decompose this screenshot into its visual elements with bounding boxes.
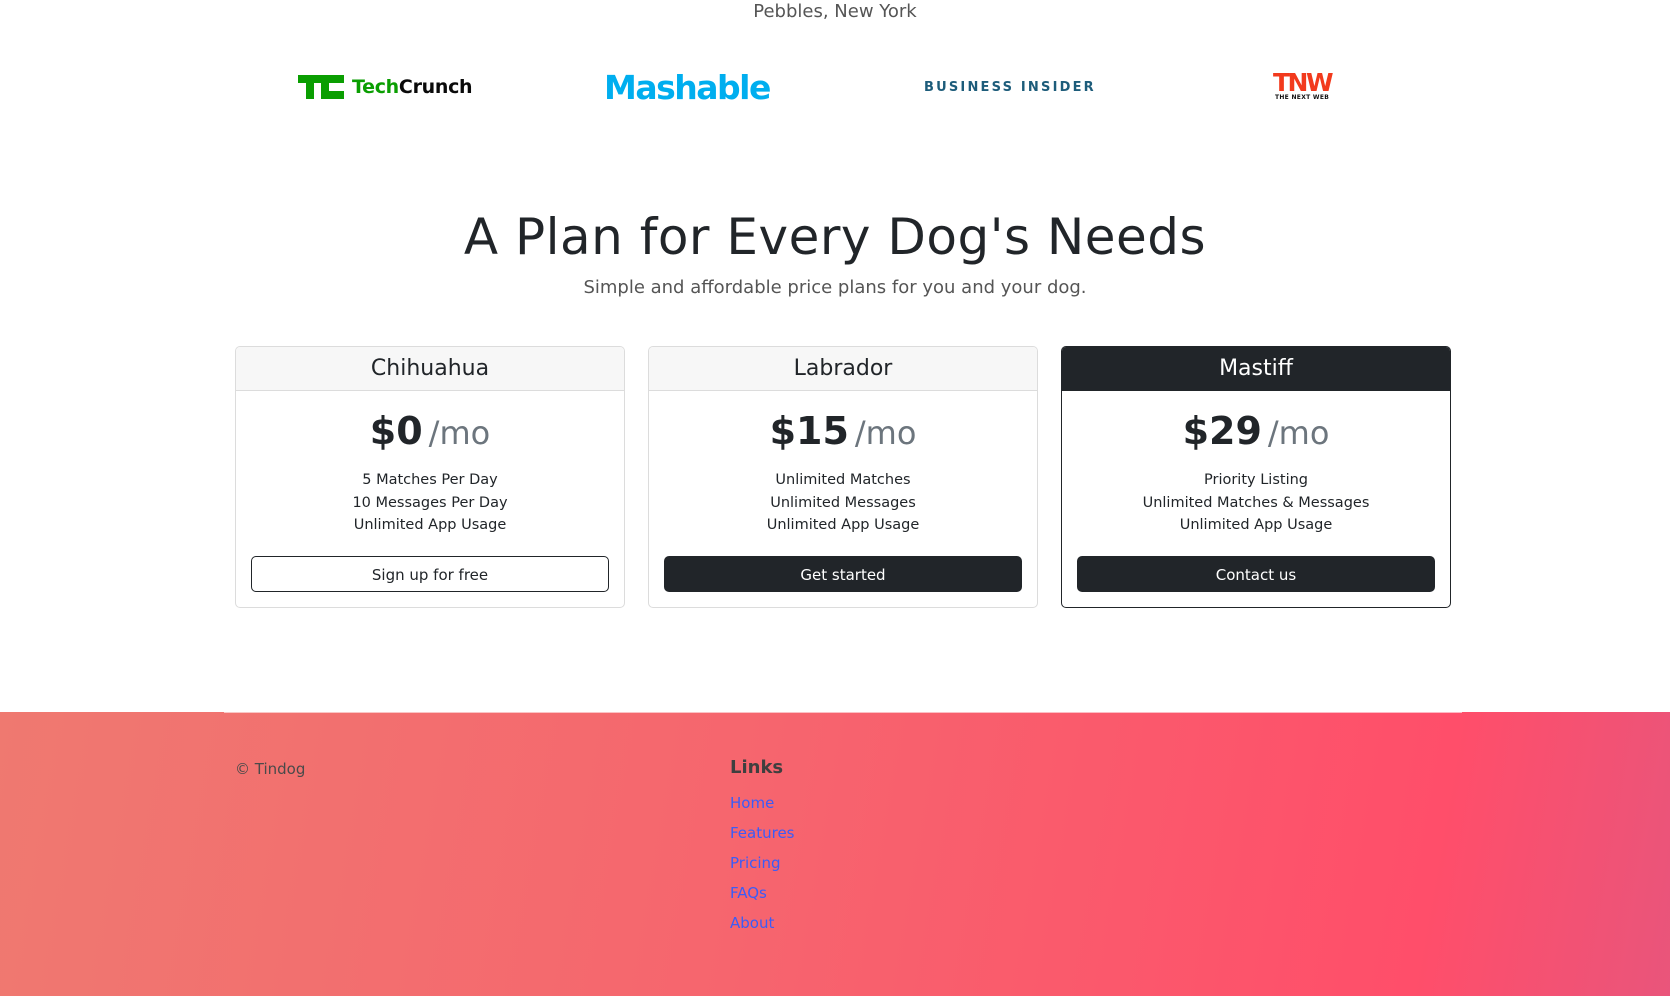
plan-feature: Unlimited App Usage bbox=[353, 517, 507, 533]
plan-price: $15/mo bbox=[649, 407, 1037, 455]
plan-feature: 5 Matches Per Day bbox=[362, 472, 498, 488]
price-unit: /mo bbox=[428, 414, 491, 452]
pricing-card-mastiff: Mastiff $29/mo Priority Listing Unlimite… bbox=[1061, 346, 1451, 608]
price-unit: /mo bbox=[854, 414, 917, 452]
footer-link-pricing[interactable]: Pricing bbox=[730, 854, 781, 872]
techcrunch-name-prefix: Tech bbox=[352, 76, 399, 98]
plan-price: $0/mo bbox=[236, 407, 624, 455]
plan-feature: Unlimited Matches & Messages bbox=[1142, 494, 1370, 511]
plan-feature: Unlimited App Usage bbox=[766, 517, 920, 533]
testimonial-author: Pebbles, New York bbox=[753, 1, 917, 22]
plan-feature: Unlimited App Usage bbox=[1179, 517, 1333, 533]
tnw-logo: TNW THE NEXT WEB bbox=[1273, 62, 1334, 112]
pricing-subtitle: Simple and affordable price plans for yo… bbox=[583, 277, 1087, 298]
sign-up-free-button[interactable]: Sign up for free bbox=[251, 556, 609, 592]
footer-link-features[interactable]: Features bbox=[730, 824, 795, 842]
tnw-name: TNW bbox=[1273, 68, 1334, 97]
plan-price: $29/mo bbox=[1062, 407, 1450, 455]
footer-links: Links Home Features Pricing FAQs About bbox=[730, 756, 795, 938]
plan-feature: 10 Messages Per Day bbox=[352, 494, 508, 511]
footer-divider bbox=[224, 712, 1462, 713]
plan-feature: Unlimited Matches bbox=[775, 472, 911, 488]
list-item: FAQs bbox=[730, 878, 795, 908]
footer: © Tindog Links Home Features Pricing FAQ… bbox=[0, 712, 1670, 997]
plan-feature: Priority Listing bbox=[1204, 472, 1308, 488]
techcrunch-mark-icon bbox=[298, 75, 344, 99]
price-amount: $15 bbox=[769, 409, 849, 453]
business-insider-name: BUSINESS INSIDER bbox=[924, 79, 1096, 95]
pricing-title: A Plan for Every Dog's Needs bbox=[463, 208, 1207, 266]
copyright: © Tindog bbox=[235, 760, 306, 778]
plan-feature: Unlimited Messages bbox=[770, 494, 916, 511]
mashable-name: Mashable bbox=[604, 67, 771, 107]
footer-link-faqs[interactable]: FAQs bbox=[730, 884, 767, 902]
pricing-card-chihuahua: Chihuahua $0/mo 5 Matches Per Day 10 Mes… bbox=[235, 346, 625, 608]
plan-name: Mastiff bbox=[1062, 347, 1450, 391]
plan-features: Unlimited Matches Unlimited Messages Unl… bbox=[649, 469, 1037, 537]
list-item: Pricing bbox=[730, 848, 795, 878]
list-item: Home bbox=[730, 788, 795, 818]
plan-features: Priority Listing Unlimited Matches & Mes… bbox=[1062, 469, 1450, 537]
links-list: Home Features Pricing FAQs About bbox=[730, 788, 795, 938]
get-started-button[interactable]: Get started bbox=[664, 556, 1022, 592]
plan-name: Labrador bbox=[649, 347, 1037, 391]
techcrunch-logo: TechCrunch bbox=[298, 62, 473, 112]
footer-link-about[interactable]: About bbox=[730, 914, 774, 932]
price-unit: /mo bbox=[1267, 414, 1330, 452]
links-heading: Links bbox=[730, 757, 784, 778]
press-logos: TechCrunch Mashable BUSINESS INSIDER TNW… bbox=[0, 62, 1670, 112]
price-amount: $0 bbox=[369, 409, 423, 453]
business-insider-logo: BUSINESS INSIDER bbox=[924, 62, 1096, 112]
mashable-logo: Mashable bbox=[604, 62, 771, 112]
tnw-subtitle: THE NEXT WEB bbox=[1274, 94, 1330, 101]
techcrunch-name-suffix: Crunch bbox=[398, 76, 473, 98]
list-item: Features bbox=[730, 818, 795, 848]
pricing-card-labrador: Labrador $15/mo Unlimited Matches Unlimi… bbox=[648, 346, 1038, 608]
contact-us-button[interactable]: Contact us bbox=[1077, 556, 1435, 592]
footer-link-home[interactable]: Home bbox=[730, 794, 774, 812]
plan-features: 5 Matches Per Day 10 Messages Per Day Un… bbox=[236, 469, 624, 537]
plan-name: Chihuahua bbox=[236, 347, 624, 391]
list-item: About bbox=[730, 908, 795, 938]
price-amount: $29 bbox=[1182, 409, 1262, 453]
